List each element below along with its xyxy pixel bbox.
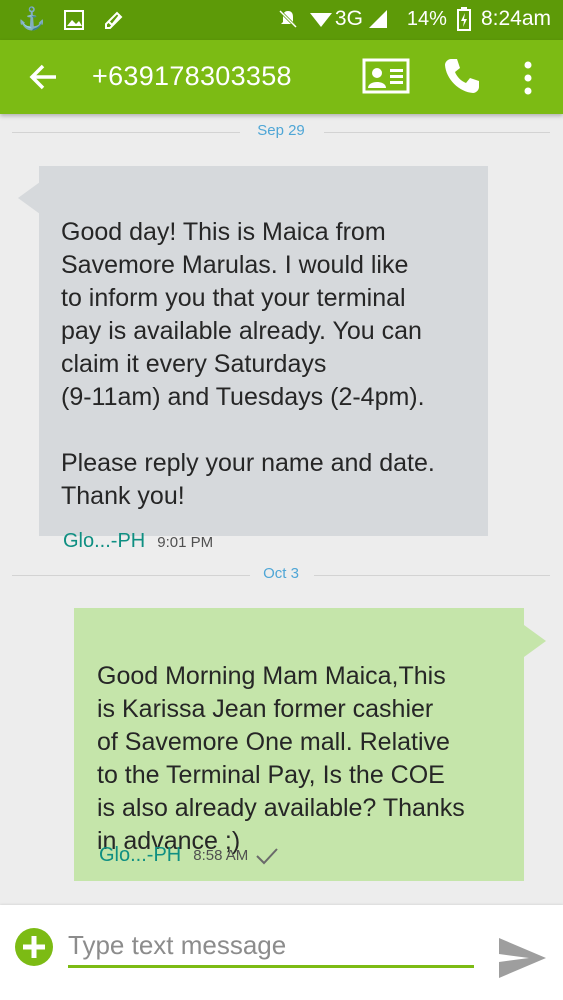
app-bar: +639178303358: [0, 40, 563, 114]
check-icon: [256, 847, 279, 864]
outgoing-message-bubble[interactable]: Good Morning Mam Maica,This is Karissa J…: [74, 608, 524, 881]
bubble-tail: [18, 182, 40, 214]
edit-icon: [105, 11, 123, 29]
conversation-title: +639178303358: [92, 61, 292, 91]
add-attachment-icon[interactable]: [14, 927, 54, 967]
message-time: 9:01 PM: [157, 534, 214, 551]
message-text: Good Morning Mam Maica,This is Karissa J…: [97, 662, 465, 855]
network-type: 3G: [334, 7, 363, 30]
usb-icon: ⚓: [18, 6, 46, 31]
date-label: Sep 29: [257, 122, 305, 139]
back-arrow-icon[interactable]: [28, 61, 60, 93]
sim-label: Glo...-PH: [63, 530, 146, 552]
contact-card-icon[interactable]: [362, 58, 410, 94]
message-meta: Glo...-PH 8:58 AM: [99, 839, 280, 872]
sim-label: Glo...-PH: [99, 844, 182, 866]
notification-icons: ⚓: [18, 6, 125, 32]
image-icon: [64, 10, 85, 30]
bubble-tail: [524, 625, 546, 657]
overflow-menu-icon[interactable]: [520, 60, 536, 96]
incoming-message-bubble[interactable]: Good day! This is Maica from Savemore Ma…: [39, 166, 488, 552]
battery-charging-icon: [456, 7, 471, 31]
send-icon[interactable]: [496, 935, 548, 981]
date-separator: Oct 3: [12, 565, 550, 585]
status-bar: ⚓ 3G 14% 8:24am: [0, 0, 563, 40]
message-input[interactable]: [68, 925, 474, 968]
mute-icon: [278, 9, 297, 29]
signal-icon: [368, 10, 387, 28]
message-text: Good day! This is Maica from Savemore Ma…: [61, 218, 435, 510]
message-meta: Glo...-PH 9:01 PM: [63, 492, 213, 559]
battery-percent: 14%: [406, 7, 447, 30]
date-separator: Sep 29: [12, 122, 550, 142]
wifi-icon: [309, 13, 332, 27]
clock: 8:24am: [480, 7, 551, 30]
phone-icon[interactable]: [442, 56, 482, 96]
message-composer: [0, 905, 563, 1000]
date-label: Oct 3: [263, 565, 299, 582]
system-icons: 3G 14% 8:24am: [277, 7, 551, 31]
message-time: 8:58 AM: [193, 847, 249, 864]
